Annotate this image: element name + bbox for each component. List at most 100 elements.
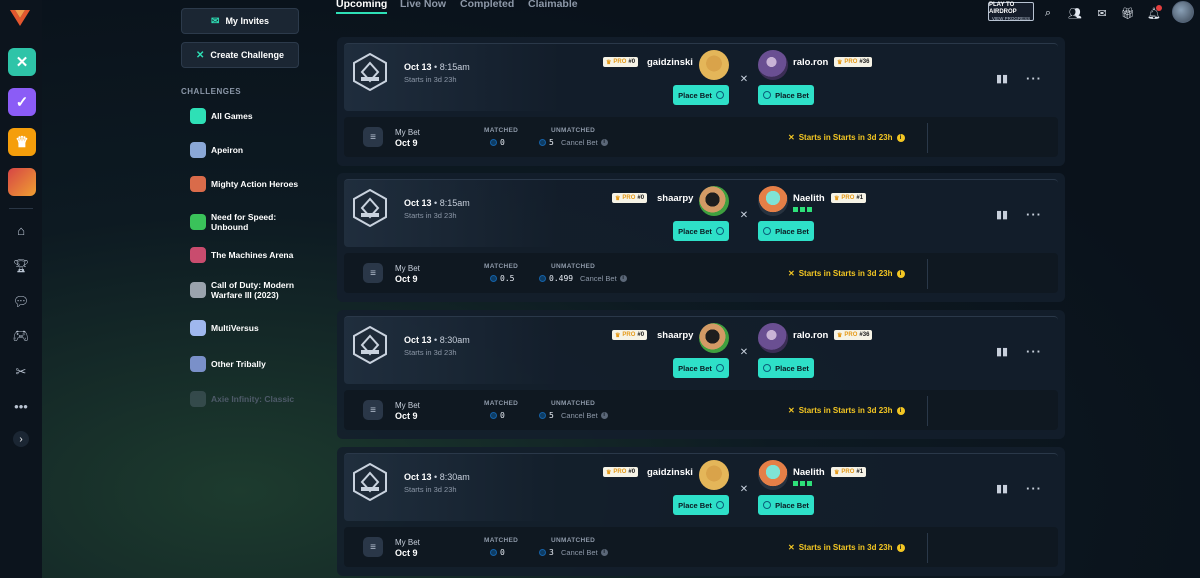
matched-label: MATCHED xyxy=(484,537,519,544)
sidebar-game-item[interactable]: Axie Infinity: Classic xyxy=(190,391,300,407)
crown-icon: ♛ xyxy=(606,59,612,66)
stats-icon[interactable]: ▮▮ xyxy=(996,483,1008,495)
tools-icon[interactable]: ✂ xyxy=(13,364,29,380)
gift-icon[interactable]: 🎁︎ xyxy=(1121,6,1135,20)
chips-icon: ≡ xyxy=(363,537,383,557)
my-bet-info: My Bet Oct 9 xyxy=(395,127,420,149)
player-avatar[interactable] xyxy=(758,186,788,216)
player-name[interactable]: Naelith xyxy=(793,193,825,204)
friends-icon[interactable]: 👥︎ xyxy=(1068,6,1082,20)
apeiron-emblem-icon xyxy=(353,326,387,364)
coin-icon xyxy=(490,275,497,282)
more-options-icon[interactable]: ··· xyxy=(1026,481,1041,496)
coin-icon xyxy=(715,91,724,99)
sidebar-game-item[interactable]: Need for Speed: Unbound xyxy=(190,212,300,232)
tribally-logo[interactable] xyxy=(9,8,31,28)
more-options-icon[interactable]: ··· xyxy=(1026,71,1041,86)
sidebar-game-item[interactable]: Call of Duty: Modern Warfare III (2023) xyxy=(190,280,300,300)
my-bet-date: Oct 9 xyxy=(395,274,418,284)
sidebar-game-item[interactable]: Mighty Action Heroes xyxy=(190,176,300,192)
cancel-bet-link[interactable]: Cancel Bet i xyxy=(561,548,608,557)
crown-icon: ♛ xyxy=(615,195,621,202)
cancel-bet-link[interactable]: Cancel Bet i xyxy=(561,138,608,147)
promo-title: PLAY TO AIRDROP xyxy=(989,1,1017,15)
tab-upcoming[interactable]: Upcoming xyxy=(336,0,388,14)
more-options-icon[interactable]: ··· xyxy=(1026,344,1041,359)
challenges-app-icon[interactable]: ✕ xyxy=(8,48,36,76)
player-name[interactable]: shaarpy xyxy=(657,330,693,341)
sidebar-game-item[interactable]: All Games xyxy=(190,108,300,124)
match-date: Oct 13 • 8:30am xyxy=(404,472,470,482)
more-options-icon[interactable]: ··· xyxy=(1026,207,1041,222)
stats-icon[interactable]: ▮▮ xyxy=(996,73,1008,85)
unmatched-value: 3 xyxy=(539,548,554,557)
player-avatar[interactable] xyxy=(699,460,729,490)
trophy-icon[interactable]: 🏆︎ xyxy=(13,258,30,274)
place-bet-button[interactable]: Place Bet xyxy=(758,221,814,241)
cancel-bet-link[interactable]: Cancel Bet i xyxy=(580,274,627,283)
matched-value: 0.5 xyxy=(490,274,514,283)
play-to-airdrop-banner[interactable]: PLAY TO AIRDROP VIEW PROGRESS xyxy=(988,2,1034,21)
player-name[interactable]: ralo.ron xyxy=(793,57,828,68)
home-icon[interactable]: ⌂ xyxy=(13,222,29,238)
challenge-card: Oct 13 • 8:30am Starts in 3d 23h ♛ PRO #0 … xyxy=(337,447,1065,576)
coin-icon xyxy=(715,364,724,372)
search-icon[interactable]: ⌕ xyxy=(1041,6,1055,20)
my-bet-info: My Bet Oct 9 xyxy=(395,537,420,559)
rating-stars xyxy=(793,207,812,212)
row-divider xyxy=(927,123,928,153)
create-challenge-button[interactable]: ✕ Create Challenge xyxy=(181,42,299,68)
player-avatar[interactable] xyxy=(758,323,788,353)
cancel-bet-link[interactable]: Cancel Bet i xyxy=(561,411,608,420)
sidebar-game-item[interactable]: Other Tribally xyxy=(190,356,300,372)
pro-rank-badge: ♛ PRO #0 xyxy=(612,193,648,203)
place-bet-button[interactable]: Place Bet xyxy=(758,358,814,378)
tab-live-now[interactable]: Live Now xyxy=(400,0,446,10)
player-name[interactable]: Naelith xyxy=(793,467,825,478)
place-bet-button[interactable]: Place Bet xyxy=(758,495,814,515)
place-bet-button[interactable]: Place Bet xyxy=(758,85,814,105)
my-bet-date: Oct 9 xyxy=(395,411,418,421)
rewards-app-icon[interactable]: ♛ xyxy=(8,128,36,156)
my-bet-info: My Bet Oct 9 xyxy=(395,400,420,422)
stats-icon[interactable]: ▮▮ xyxy=(996,209,1008,221)
expand-chevron-icon[interactable]: › xyxy=(13,431,29,447)
player-name[interactable]: shaarpy xyxy=(657,193,693,204)
player-avatar[interactable] xyxy=(699,186,729,216)
place-bet-button[interactable]: Place Bet xyxy=(673,85,729,105)
user-avatar[interactable] xyxy=(1172,1,1194,23)
quests-app-icon[interactable]: ✓ xyxy=(8,88,36,116)
coin-icon xyxy=(490,139,497,146)
matched-label: MATCHED xyxy=(484,400,519,407)
tab-claimable[interactable]: Claimable xyxy=(528,0,578,10)
grid-icon xyxy=(190,108,206,124)
unmatched-value: 0.499 xyxy=(539,274,573,283)
my-invites-button[interactable]: ✉ My Invites xyxy=(181,8,299,34)
unmatched-label: UNMATCHED xyxy=(551,400,596,407)
messages-icon[interactable]: ✉ xyxy=(1095,6,1109,20)
gamepad-icon[interactable]: 🎮︎ xyxy=(13,328,30,344)
player-avatar[interactable] xyxy=(758,460,788,490)
player-name[interactable]: gaidzinski xyxy=(647,57,693,68)
match-starts: Starts in 3d 23h xyxy=(404,211,457,220)
stats-icon[interactable]: ▮▮ xyxy=(996,346,1008,358)
sidebar-game-item[interactable]: The Machines Arena xyxy=(190,247,300,263)
chat-icon[interactable]: 💬︎ xyxy=(13,294,30,310)
more-icon[interactable]: ••• xyxy=(13,398,29,414)
player-avatar[interactable] xyxy=(699,50,729,80)
sidebar-game-item[interactable]: MultiVersus xyxy=(190,320,300,336)
tab-completed[interactable]: Completed xyxy=(460,0,514,10)
player-avatar[interactable] xyxy=(758,50,788,80)
player-avatar[interactable] xyxy=(699,323,729,353)
player-name[interactable]: gaidzinski xyxy=(647,467,693,478)
place-bet-button[interactable]: Place Bet xyxy=(673,221,729,241)
game-app-icon[interactable] xyxy=(8,168,36,196)
sidebar-game-item[interactable]: Apeiron xyxy=(190,142,300,158)
place-bet-button[interactable]: Place Bet xyxy=(673,358,729,378)
place-bet-button[interactable]: Place Bet xyxy=(673,495,729,515)
coin-icon xyxy=(490,549,497,556)
bet-player-avatar xyxy=(439,537,459,557)
player-name[interactable]: ralo.ron xyxy=(793,330,828,341)
versus-icon: ✕ xyxy=(739,209,749,221)
crown-icon: ♛ xyxy=(837,59,843,66)
